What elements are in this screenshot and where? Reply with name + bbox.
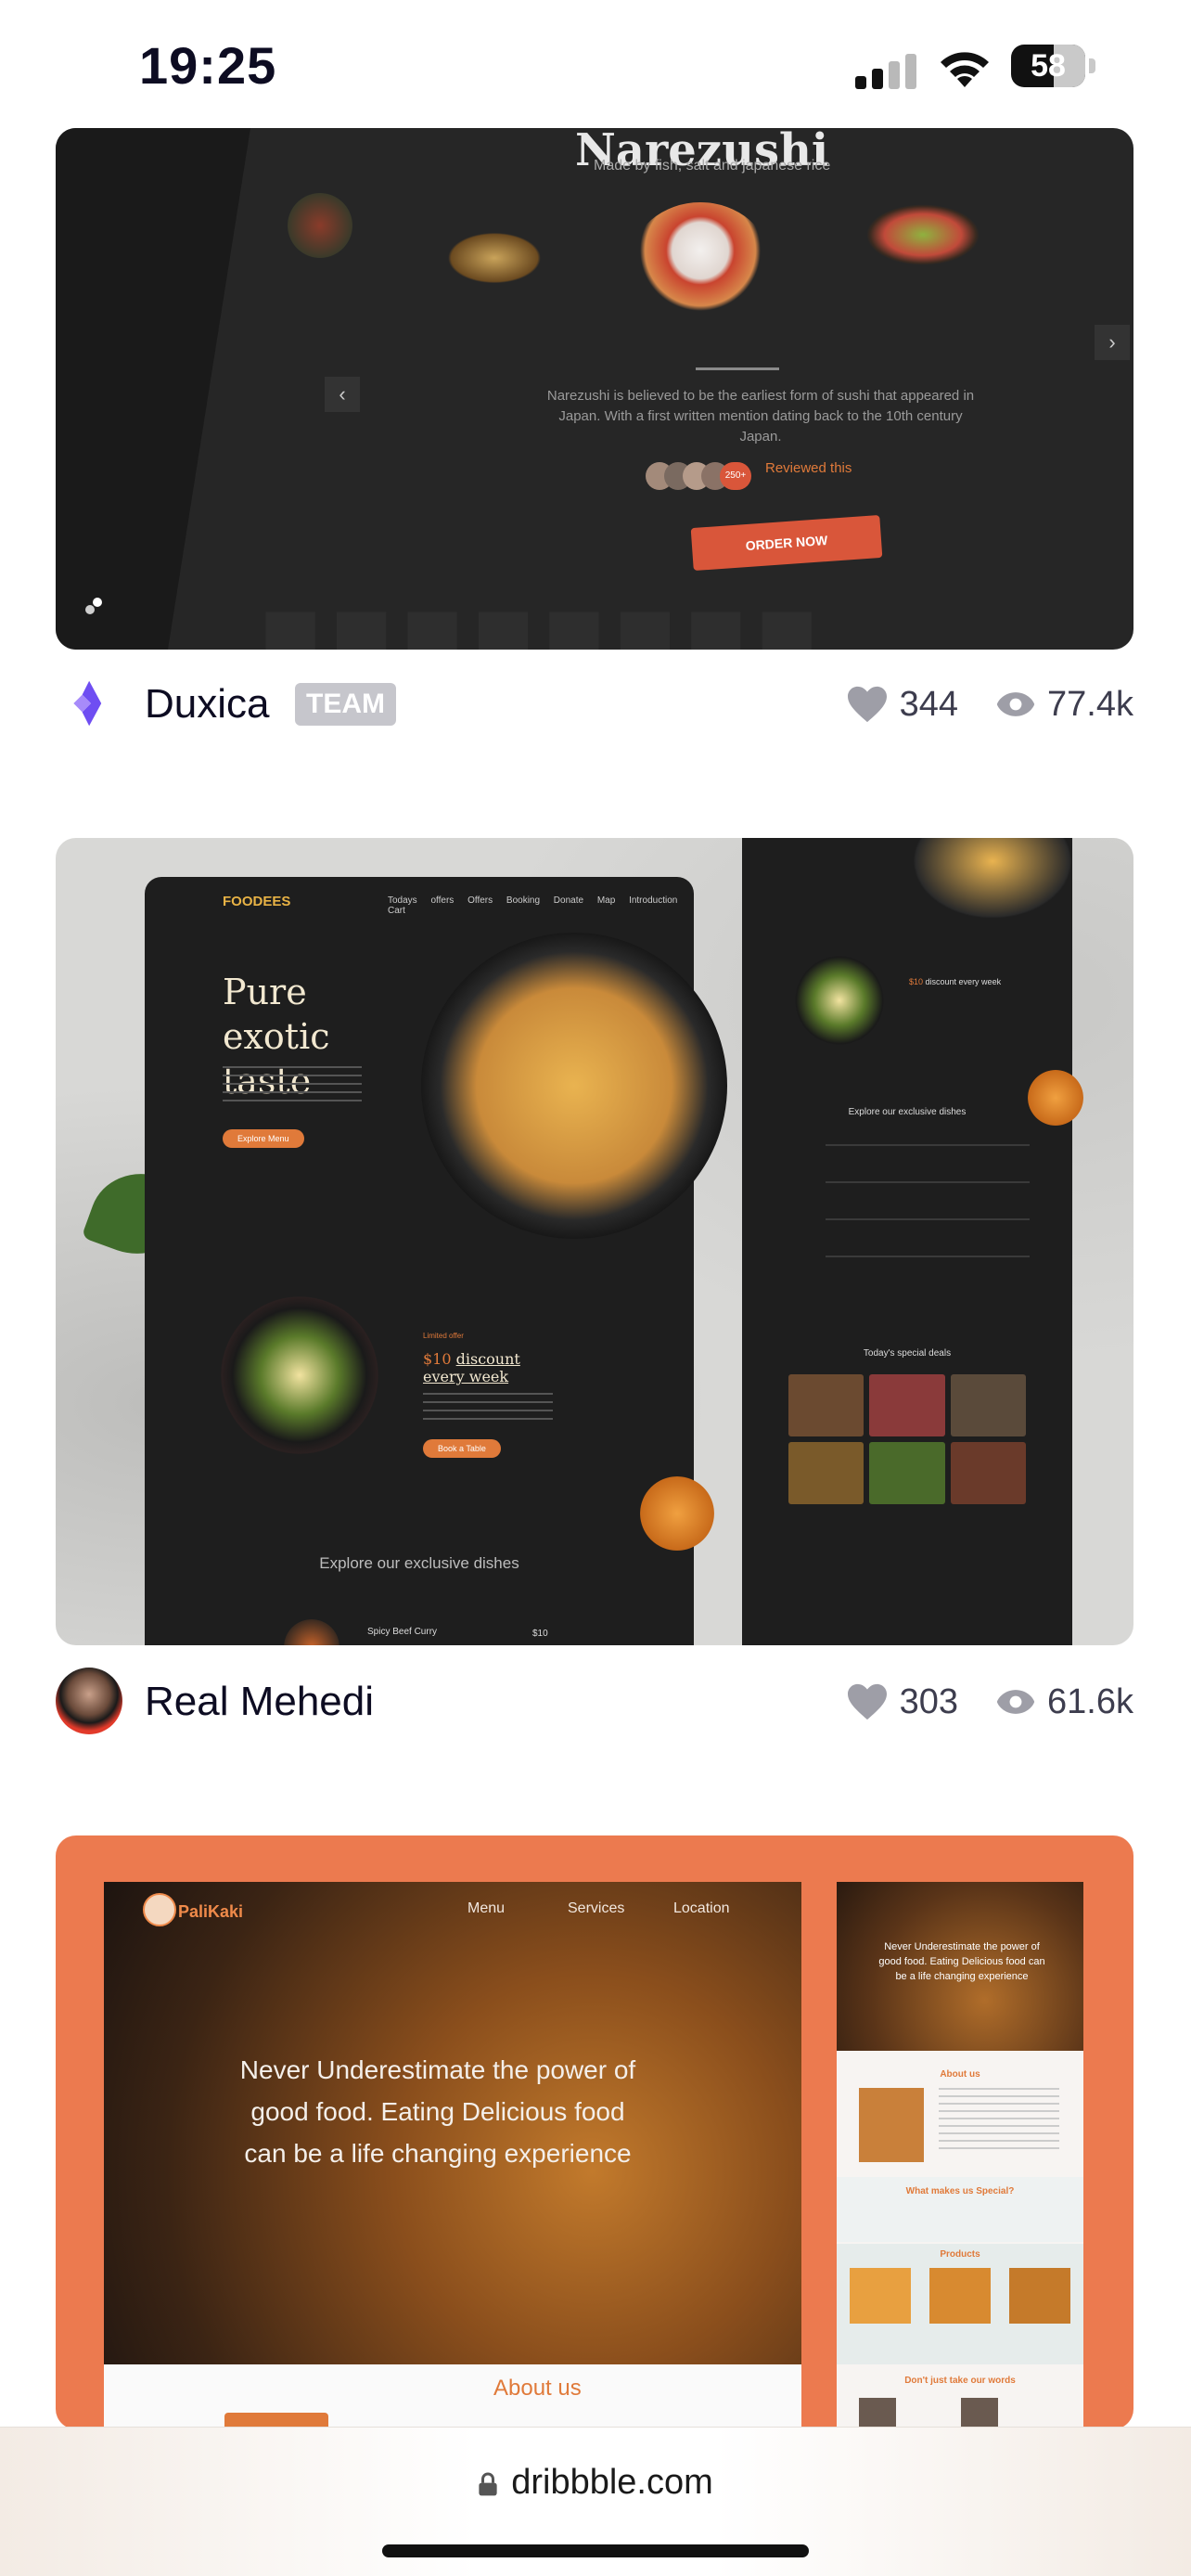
site-nav: Todays offers Offers Booking Donate Map … — [388, 895, 678, 916]
dish-image — [631, 202, 770, 323]
shot-author-row: Real Mehedi 303 61.6k — [56, 1666, 1133, 1740]
dish-image — [863, 202, 983, 267]
book-table-button[interactable]: Book a Table — [423, 1439, 501, 1458]
right-explore-heading: Explore our exclusive dishes — [848, 1107, 967, 1117]
logo-icon — [143, 1893, 176, 1926]
nav-services[interactable]: Services — [568, 1900, 624, 1917]
shot-stats: 303 61.6k — [846, 1679, 1133, 1725]
shot-card-narezushi[interactable]: ■■■■■■■■ Narezushi Made by fish, salt an… — [56, 128, 1133, 650]
battery-level: 58 — [1031, 48, 1066, 84]
site-logo: FOODEES — [223, 894, 291, 909]
status-time: 19:25 — [139, 36, 277, 95]
hero-image: PaliKaki Menu Services Location Never Un… — [104, 1882, 801, 2364]
dish-image — [288, 193, 352, 258]
battery-icon: 58 — [1011, 45, 1096, 87]
nav-menu[interactable]: Menu — [467, 1900, 505, 1917]
status-bar: 19:25 58 — [0, 0, 1191, 130]
egg-salad-image — [221, 1296, 378, 1454]
carousel-next-button[interactable]: › — [1095, 325, 1130, 360]
author-name[interactable]: Real Mehedi — [145, 1679, 374, 1725]
eye-icon — [996, 1690, 1035, 1714]
website-mockup-full: Never Underestimate the power of good fo… — [837, 1882, 1083, 2429]
right-special-heading: What makes us Special? — [905, 2186, 1015, 2196]
heart-icon[interactable] — [846, 685, 889, 724]
offer-headline: $10 discount every week — [423, 1350, 520, 1385]
shot-stats: 344 77.4k — [846, 681, 1133, 728]
address-bar[interactable]: dribbble.com — [0, 2463, 1191, 2503]
website-mockup-main: FOODEES Todays offers Offers Booking Don… — [145, 877, 727, 1645]
about-heading: About us — [493, 2376, 582, 2401]
shot-subtitle: Made by fish, salt and japanese rice — [594, 158, 831, 174]
pancake-pan-image — [421, 933, 727, 1239]
dish-price: $10 — [532, 1629, 548, 1639]
avatar[interactable] — [56, 1668, 122, 1734]
right-deals-heading: Today's special deals — [863, 1348, 952, 1359]
heart-icon[interactable] — [846, 1682, 889, 1721]
duxica-logo-icon[interactable] — [65, 677, 117, 729]
review-count: 250+ — [720, 462, 751, 490]
signal-icon — [855, 54, 918, 89]
url-text: dribbble.com — [511, 2463, 713, 2502]
view-count: 61.6k — [1047, 1681, 1133, 1721]
order-now-button[interactable]: ORDER NOW — [690, 514, 883, 572]
right-products-heading: Products — [940, 2249, 980, 2260]
hero-text: Never Underestimate the power of good fo… — [239, 2055, 636, 2168]
multi-shot-icon — [85, 598, 104, 616]
reviewer-avatars: 250+ — [646, 462, 757, 490]
website-mockup-full: $10 discount every week Explore our excl… — [742, 838, 1076, 1645]
shot-author-row: Duxica TEAM 344 77.4k — [56, 668, 1133, 742]
explore-heading: Explore our exclusive dishes — [319, 1554, 519, 1572]
shot-description: Narezushi is believed to be the earliest… — [546, 388, 975, 444]
like-count: 344 — [899, 684, 959, 724]
dish-image — [443, 230, 545, 286]
review-link[interactable]: Reviewed this — [765, 460, 852, 476]
explore-menu-button[interactable]: Explore Menu — [223, 1129, 304, 1148]
lock-icon — [479, 2472, 497, 2496]
pumpkin-decoration — [640, 1476, 714, 1551]
team-badge: TEAM — [295, 683, 396, 726]
deals-grid — [788, 1374, 1026, 1504]
right-hero-text: Never Underestimate the power of good fo… — [878, 1941, 1045, 1982]
home-indicator[interactable] — [382, 2544, 809, 2557]
background-watermark: ■■■■■■■■ — [260, 575, 827, 650]
dish-name: Spicy Beef Curry — [367, 1627, 438, 1637]
eye-icon — [996, 692, 1035, 716]
browser-bar: dribbble.com — [0, 2427, 1191, 2576]
author-name[interactable]: Duxica — [145, 681, 270, 728]
right-about-heading: About us — [940, 2069, 980, 2080]
wifi-icon — [941, 52, 989, 87]
shot-card-palikaki[interactable]: PaliKaki Menu Services Location Never Un… — [56, 1835, 1133, 2429]
like-count: 303 — [899, 1681, 959, 1721]
shot-card-foodees[interactable]: FOODEES Todays offers Offers Booking Don… — [56, 838, 1133, 1645]
site-logo: PaliKaki — [178, 1902, 244, 1921]
carousel-prev-button[interactable]: ‹ — [325, 377, 360, 412]
nav-location[interactable]: Location — [673, 1900, 730, 1917]
pumpkin-decoration — [1028, 1070, 1083, 1126]
view-count: 77.4k — [1047, 684, 1133, 724]
right-words-heading: Don't just take our words — [904, 2376, 1016, 2386]
